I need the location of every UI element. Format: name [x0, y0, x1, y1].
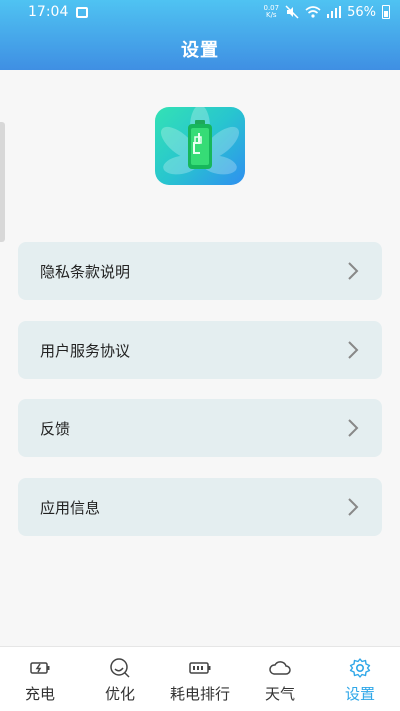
status-right: 0.07 K/s 56% — [264, 4, 390, 20]
bottom-nav: 充电 优化 耗电排行 天气 设置 — [0, 646, 400, 711]
menu-item-feedback[interactable]: 反馈 — [18, 399, 382, 457]
tab-settings[interactable]: 设置 — [320, 647, 400, 711]
menu-item-privacy[interactable]: 隐私条款说明 — [18, 242, 382, 300]
menu-item-label: 应用信息 — [40, 498, 101, 517]
tab-charge[interactable]: 充电 — [0, 647, 80, 711]
menu-item-label: 用户服务协议 — [40, 341, 131, 360]
cloud-icon — [269, 661, 291, 675]
network-speed-unit: K/s — [265, 11, 277, 19]
tab-label: 设置 — [344, 685, 375, 703]
tab-optimize[interactable]: 优化 — [80, 647, 160, 711]
chevron-right-icon — [348, 498, 359, 516]
tab-label: 天气 — [264, 685, 295, 703]
page-title: 设置 — [181, 40, 219, 61]
menu-item-label: 隐私条款说明 — [40, 262, 131, 281]
gear-icon — [349, 658, 371, 678]
tab-battery-rank[interactable]: 耗电排行 — [160, 647, 240, 711]
chevron-right-icon — [348, 262, 359, 280]
status-bar: 17:04 0.07 K/s 56% — [0, 0, 400, 24]
notification-icon — [76, 6, 89, 18]
menu-item-user-agreement[interactable]: 用户服务协议 — [18, 321, 382, 379]
battery-icon — [382, 5, 390, 19]
edge-handle[interactable] — [0, 122, 5, 242]
mute-icon — [285, 5, 299, 19]
menu-item-app-info[interactable]: 应用信息 — [18, 478, 382, 536]
battery-logo-icon — [160, 107, 240, 175]
optimize-icon — [110, 658, 130, 678]
menu-item-label: 反馈 — [40, 419, 71, 438]
app-header: 17:04 0.07 K/s 56% 设置 — [0, 0, 400, 70]
tab-label: 优化 — [104, 685, 135, 703]
signal-icon — [327, 6, 342, 18]
chevron-right-icon — [348, 419, 359, 437]
charge-icon — [30, 662, 50, 674]
status-time: 17:04 — [28, 4, 69, 20]
app-logo — [155, 107, 245, 185]
tab-label: 耗电排行 — [169, 685, 230, 703]
wifi-icon — [305, 6, 321, 18]
battery-rank-icon — [189, 662, 211, 674]
chevron-right-icon — [348, 341, 359, 359]
network-speed: 0.07 K/s — [264, 5, 280, 19]
battery-percent: 56% — [347, 4, 376, 20]
tab-label: 充电 — [24, 685, 55, 703]
tab-weather[interactable]: 天气 — [240, 647, 320, 711]
